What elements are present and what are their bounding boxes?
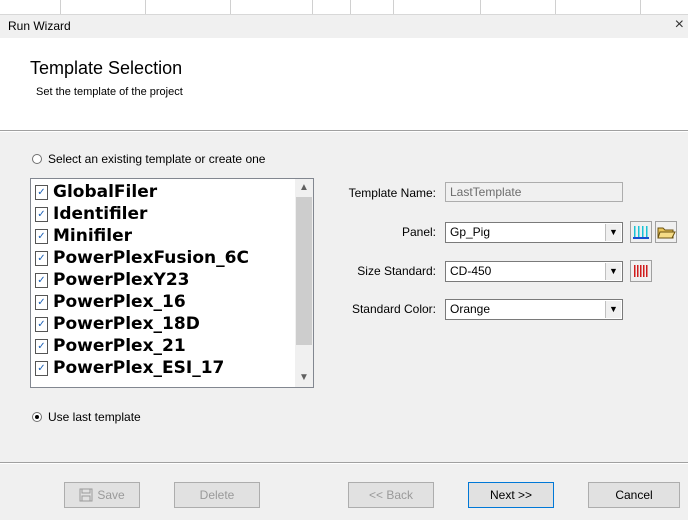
next-button[interactable]: Next >> [468,482,554,508]
background-grid-strip [0,0,688,15]
size-standard-select[interactable]: CD-450 ▼ [445,261,623,282]
save-button-label: Save [97,488,125,502]
list-item-label: PowerPlex_21 [53,336,186,356]
save-button[interactable]: Save [64,482,140,508]
page-subtitle: Set the template of the project [36,86,183,98]
scroll-thumb[interactable] [296,197,312,345]
list-item-label: PowerPlex_18D [53,314,200,334]
checkbox-icon: ✓ [35,250,48,266]
back-button[interactable]: << Back [348,482,434,508]
standard-color-value: Orange [450,302,491,316]
panel-chart-icon[interactable] [630,221,652,243]
radio-checked-icon[interactable] [32,412,42,422]
radio-existing-label: Select an existing template or create on… [48,152,266,166]
chevron-down-icon[interactable]: ▼ [605,224,621,241]
panel-select[interactable]: Gp_Pig ▼ [445,222,623,243]
wizard-header: Template Selection Set the template of t… [0,38,688,130]
list-item[interactable]: ✓ PowerPlexY23 [35,269,295,291]
scroll-up-icon[interactable]: ▲ [295,179,313,197]
close-icon[interactable]: × [675,16,684,34]
checkbox-icon: ✓ [35,360,48,376]
template-name-label: Template Name: [348,186,436,200]
standard-color-label: Standard Color: [351,302,436,316]
radio-existing-template[interactable]: Select an existing template or create on… [32,152,265,166]
listbox-scrollbar[interactable]: ▲ ▼ [295,179,313,387]
panel-value: Gp_Pig [450,225,491,239]
list-item-label: PowerPlexY23 [53,270,190,290]
list-item-label: GlobalFiler [53,182,158,202]
window-title: Run Wizard [8,19,71,33]
checkbox-icon: ✓ [35,316,48,332]
standard-color-select[interactable]: Orange ▼ [445,299,623,320]
list-item-label: PowerPlexFusion_6C [53,248,249,268]
list-item[interactable]: ✓ PowerPlex_18D [35,313,295,335]
open-folder-icon[interactable] [655,221,677,243]
delete-button[interactable]: Delete [174,482,260,508]
list-item[interactable]: ✓ PowerPlex_ESI_17 [35,357,295,379]
template-name-field[interactable]: LastTemplate [445,182,623,202]
list-item[interactable]: ✓ PowerPlex_21 [35,335,295,357]
list-item[interactable]: ✓ Identifiler [35,203,295,225]
title-bar: Run Wizard × [0,14,688,38]
chevron-down-icon[interactable]: ▼ [605,263,621,280]
list-item-label: Identifiler [53,204,148,224]
save-disk-icon [79,488,93,502]
checkbox-icon: ✓ [35,272,48,288]
radio-last-label: Use last template [48,410,141,424]
footer-divider [0,462,688,464]
checkbox-icon: ✓ [35,228,48,244]
template-list: ✓ GlobalFiler ✓ Identifiler ✓ Minifiler ✓ Power… [35,181,295,379]
list-item-label: Minifiler [53,226,133,246]
chevron-down-icon[interactable]: ▼ [605,301,621,318]
list-item[interactable]: ✓ PowerPlexFusion_6C [35,247,295,269]
list-item[interactable]: ✓ Minifiler [35,225,295,247]
panel-label: Panel: [401,225,436,239]
radio-last-template[interactable]: Use last template [32,410,141,424]
size-standard-value: CD-450 [450,264,492,278]
cancel-button[interactable]: Cancel [588,482,680,508]
template-listbox[interactable]: ✓ GlobalFiler ✓ Identifiler ✓ Minifiler ✓ Power… [30,178,314,388]
checkbox-icon: ✓ [35,338,48,354]
size-standard-chart-icon[interactable] [630,260,652,282]
checkbox-icon: ✓ [35,294,48,310]
radio-icon[interactable] [32,154,42,164]
checkbox-icon: ✓ [35,206,48,222]
size-standard-label: Size Standard: [357,264,436,278]
scroll-down-icon[interactable]: ▼ [295,369,313,387]
list-item-label: PowerPlex_16 [53,292,186,312]
page-title: Template Selection [30,58,183,78]
checkbox-icon: ✓ [35,184,48,200]
list-item[interactable]: ✓ GlobalFiler [35,181,295,203]
header-divider [0,130,688,132]
list-item-label: PowerPlex_ESI_17 [53,358,225,378]
list-item[interactable]: ✓ PowerPlex_16 [35,291,295,313]
